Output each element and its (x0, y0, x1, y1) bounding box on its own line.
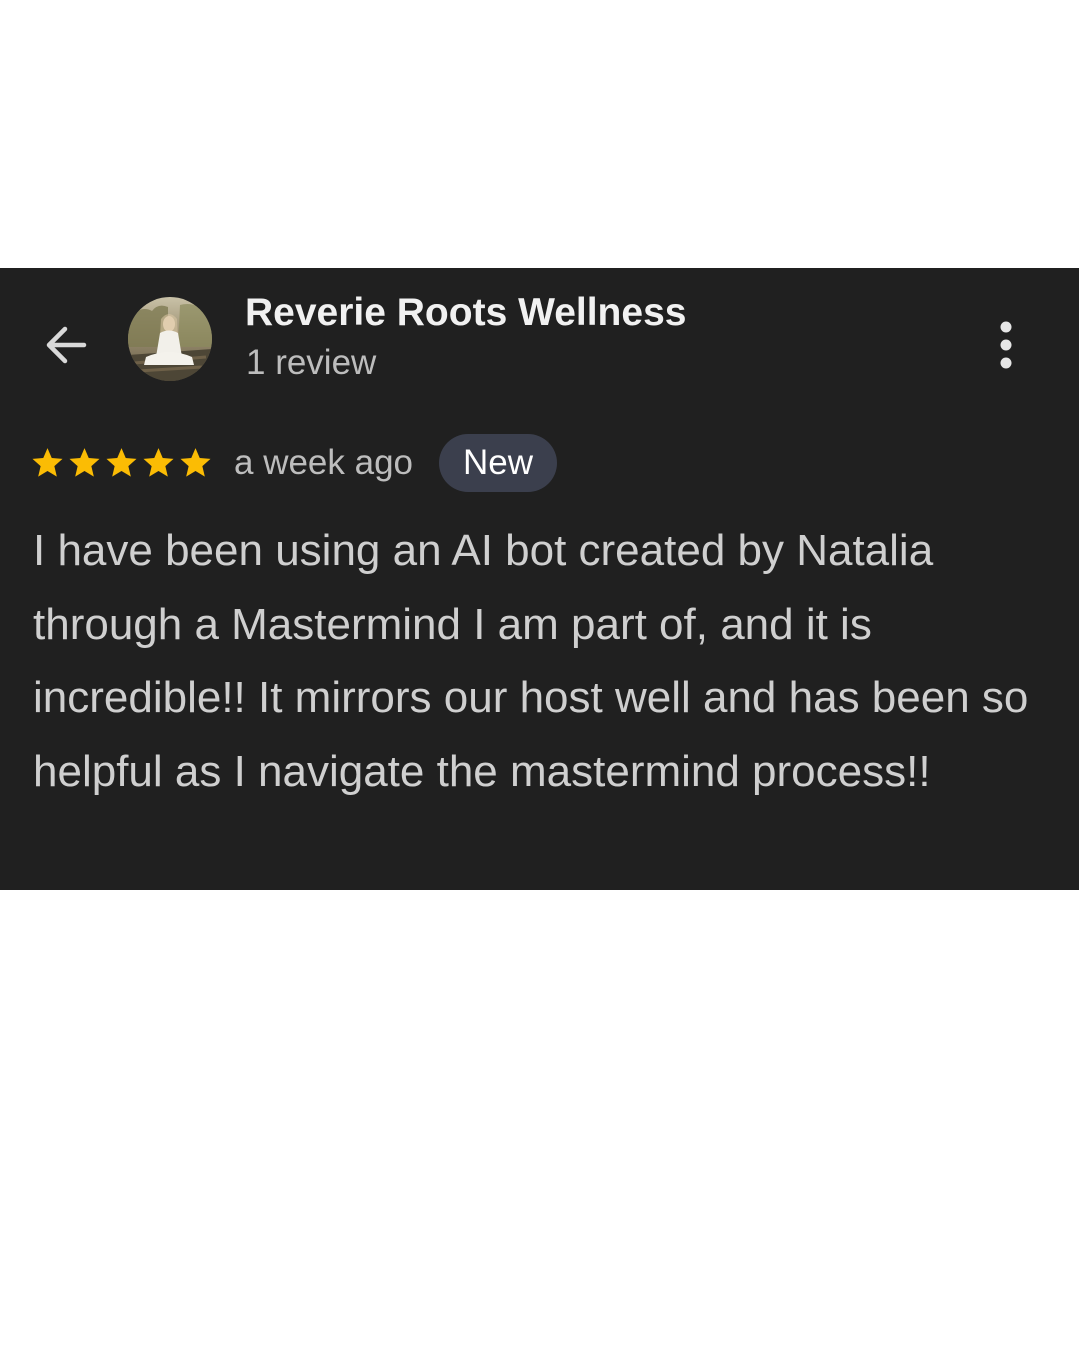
review-time: a week ago (234, 443, 414, 482)
review-count: 1 review (246, 343, 377, 382)
avatar[interactable] (128, 297, 212, 381)
profile-photo (128, 297, 212, 381)
star-icon (32, 448, 63, 477)
star-icon (106, 448, 137, 477)
star-icon (69, 448, 100, 477)
new-badge: New (439, 434, 557, 492)
review-text: I have been using an AI bot created by N… (33, 526, 1029, 796)
star-icon (180, 448, 211, 477)
more-vert-icon (1000, 321, 1012, 369)
more-options-button[interactable] (986, 318, 1026, 372)
arrow-left-icon (46, 326, 87, 364)
reviewer-name[interactable]: Reverie Roots Wellness (245, 288, 686, 338)
star-rating (30, 443, 213, 485)
back-button[interactable] (38, 318, 92, 372)
star-icon (143, 448, 174, 477)
